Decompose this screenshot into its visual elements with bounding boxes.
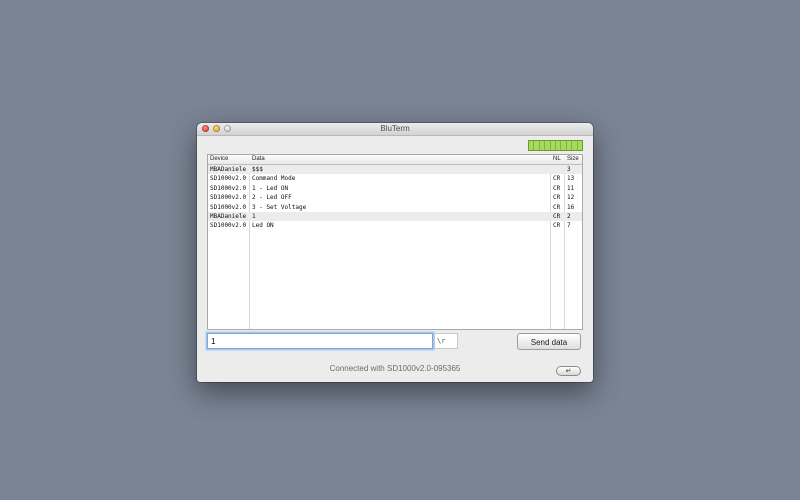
data-cell: 1 (252, 212, 256, 220)
data-cell: 1 - Led ON (252, 184, 289, 192)
data-cell: $$$ (252, 166, 263, 173)
nl-cell: CR (553, 212, 561, 220)
column-header-size[interactable]: Size (567, 155, 579, 164)
line-terminator-input[interactable] (434, 333, 458, 349)
window-title: BluTerm (380, 124, 410, 133)
signal-segment (577, 141, 583, 150)
device-cell: SD1000v2.0 (210, 184, 247, 192)
device-cell: SD1000v2.0 (210, 194, 247, 202)
column-header-data[interactable]: Data (252, 155, 265, 164)
table-rows: MBADaniele $$$ 3 SD1000v2.0 Command Mode… (208, 165, 582, 231)
enter-icon-button[interactable]: ↵ (556, 366, 581, 376)
table-row[interactable]: SD1000v2.0 1 - Led ON CR 11 (208, 184, 582, 193)
size-cell: 7 (567, 222, 571, 230)
size-cell: 13 (567, 175, 575, 183)
device-cell: SD1000v2.0 (210, 175, 247, 183)
nl-cell: CR (553, 184, 561, 192)
table-row[interactable]: SD1000v2.0 3 - Set Voltage CR 16 (208, 203, 582, 212)
table-row[interactable]: MBADaniele 1 CR 2 (208, 211, 582, 222)
device-cell: MBADaniele (210, 212, 247, 220)
table-header: Device Data NL Size (208, 155, 582, 165)
table-row[interactable]: MBADaniele $$$ 3 (208, 165, 582, 175)
size-cell: 3 (567, 166, 571, 173)
column-header-device[interactable]: Device (210, 155, 228, 164)
send-data-input[interactable] (207, 333, 433, 349)
column-header-nl[interactable]: NL (553, 155, 561, 164)
signal-strength-meter (528, 140, 583, 151)
nl-cell: CR (553, 222, 561, 230)
size-cell: 11 (567, 184, 575, 192)
send-data-button[interactable]: Send data (517, 333, 581, 350)
size-cell: 16 (567, 203, 575, 211)
data-cell: Command Mode (252, 175, 296, 183)
device-cell: SD1000v2.0 (210, 222, 247, 230)
table-row[interactable]: SD1000v2.0 2 - Led OFF CR 12 (208, 193, 582, 202)
connection-status: Connected with SD1000v2.0-095365 (329, 364, 461, 373)
bluterm-window: BluTerm Device Data NL Size MBADaniele $… (197, 123, 593, 382)
message-table[interactable]: Device Data NL Size MBADaniele $$$ 3 SD1… (207, 154, 583, 330)
data-cell: 2 - Led OFF (252, 194, 292, 202)
table-row[interactable]: SD1000v2.0 Led ON CR 7 (208, 221, 582, 230)
nl-cell (553, 165, 565, 174)
nl-cell: CR (553, 194, 561, 202)
table-row[interactable]: SD1000v2.0 Command Mode CR 13 (208, 174, 582, 183)
data-cell: Led ON (252, 222, 274, 230)
size-cell: 12 (567, 194, 575, 202)
size-cell: 2 (567, 212, 571, 220)
data-cell: 3 - Set Voltage (252, 203, 307, 211)
nl-cell: CR (553, 203, 561, 211)
title-bar[interactable]: BluTerm (197, 123, 593, 136)
device-cell: MBADaniele (210, 166, 247, 173)
nl-cell: CR (553, 175, 561, 183)
device-cell: SD1000v2.0 (210, 203, 247, 211)
